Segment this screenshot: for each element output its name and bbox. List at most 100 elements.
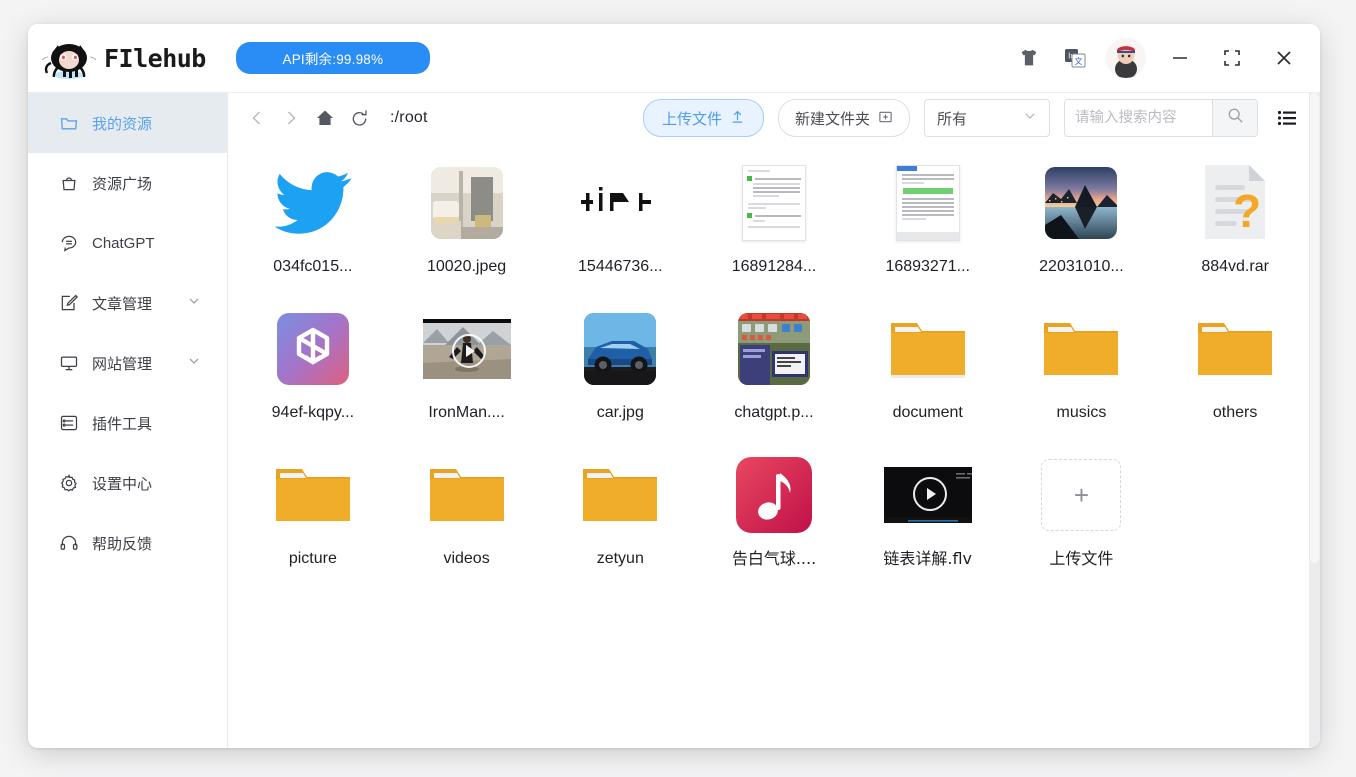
- sidebar-item-help-feedback[interactable]: 帮助反馈: [28, 513, 227, 573]
- image-thumbnail: [1037, 159, 1125, 247]
- file-item[interactable]: chatgpt.p...: [697, 297, 851, 429]
- image-thumbnail: [730, 305, 818, 393]
- folder-item[interactable]: others: [1158, 297, 1312, 429]
- video-thumbnail: [422, 305, 511, 393]
- file-item[interactable]: 15446736...: [543, 151, 697, 283]
- sidebar-item-site-management[interactable]: 网站管理: [28, 333, 227, 393]
- filter-select[interactable]: 所有: [924, 99, 1050, 137]
- file-name: zetyun: [596, 550, 644, 567]
- file-item[interactable]: 22031010...: [1005, 151, 1159, 283]
- file-item[interactable]: ? 884vd.rar: [1158, 151, 1312, 283]
- upload-tile-label: 上传文件: [1049, 549, 1114, 568]
- sidebar-item-plugin-tools[interactable]: 插件工具: [28, 393, 227, 453]
- folder-item[interactable]: picture: [236, 443, 390, 575]
- toolbar: :/root 上传文件 新建文件夹 所有 请输入搜索内容: [228, 93, 1320, 143]
- file-item[interactable]: 16891284...: [697, 151, 851, 283]
- file-name: others: [1212, 404, 1258, 421]
- sidebar-item-label: 文章管理: [92, 294, 153, 313]
- chat-icon: [58, 232, 80, 254]
- file-name: 链表详解.flv: [883, 549, 973, 568]
- file-name: 16893271...: [885, 258, 970, 275]
- list-view-icon[interactable]: [1272, 103, 1302, 133]
- upload-file-button[interactable]: 上传文件: [642, 99, 764, 137]
- chevron-right-icon[interactable]: [276, 103, 306, 133]
- main-panel: :/root 上传文件 新建文件夹 所有 请输入搜索内容 034fc015...…: [228, 93, 1320, 748]
- avatar[interactable]: [1106, 38, 1146, 78]
- file-name: 22031010...: [1039, 258, 1124, 275]
- folder-item[interactable]: zetyun: [543, 443, 697, 575]
- window-body: 我的资源 资源广场 ChatGPT 文章管理 网站管理 插件工具 设置中心 帮助…: [28, 93, 1320, 748]
- tshirt-icon[interactable]: [1006, 35, 1052, 81]
- chevron-down-icon[interactable]: [187, 354, 201, 372]
- sidebar-item-chatgpt[interactable]: ChatGPT: [28, 213, 227, 273]
- file-grid-scroll[interactable]: 034fc015... 10020.jpeg 15446736... 16891…: [228, 143, 1320, 748]
- file-item[interactable]: IronMan....: [390, 297, 544, 429]
- folder-icon: [423, 451, 511, 539]
- folder-item[interactable]: document: [851, 297, 1005, 429]
- search-button[interactable]: [1212, 100, 1257, 136]
- search-box: [1064, 99, 1258, 137]
- sidebar-item-my-resources[interactable]: 我的资源: [28, 93, 227, 153]
- sidebar-item-article-management[interactable]: 文章管理: [28, 273, 227, 333]
- headset-icon: [58, 532, 80, 554]
- folder-item[interactable]: musics: [1005, 297, 1159, 429]
- vertical-scrollbar[interactable]: [1309, 93, 1320, 748]
- chevron-down-icon[interactable]: [187, 294, 201, 312]
- file-name: 10020.jpeg: [426, 258, 507, 275]
- document-screenshot-thumbnail: [730, 159, 818, 247]
- file-item[interactable]: 告白气球....: [697, 443, 851, 575]
- sidebar-item-label: 我的资源: [92, 114, 153, 133]
- file-name: 034fc015...: [273, 258, 353, 275]
- file-item[interactable]: 16893271...: [851, 151, 1005, 283]
- file-item[interactable]: car.jpg: [543, 297, 697, 429]
- folder-icon: [576, 451, 664, 539]
- home-icon[interactable]: [310, 103, 340, 133]
- sidebar-item-label: 帮助反馈: [92, 534, 153, 553]
- new-folder-button[interactable]: 新建文件夹: [777, 99, 910, 137]
- file-grid: 034fc015... 10020.jpeg 15446736... 16891…: [228, 151, 1320, 575]
- sidebar-item-label: 设置中心: [92, 474, 153, 493]
- sidebar-item-resource-plaza[interactable]: 资源广场: [28, 153, 227, 213]
- folder-icon: [1191, 305, 1279, 393]
- file-name: videos: [443, 550, 490, 567]
- maximize-button[interactable]: [1206, 35, 1258, 81]
- monitor-icon: [58, 352, 80, 374]
- folder-item[interactable]: videos: [390, 443, 544, 575]
- folder-icon: [269, 451, 357, 539]
- text-glyph-thumbnail: [576, 159, 664, 247]
- brand-name: FIlehub: [104, 43, 206, 73]
- filter-value: 所有: [937, 109, 968, 128]
- music-file-icon: [730, 451, 818, 539]
- sidebar-item-label: 资源广场: [92, 174, 153, 193]
- brand: FIlehub: [40, 35, 206, 81]
- edit-icon: [58, 292, 80, 314]
- current-path: :/root: [390, 109, 428, 126]
- sidebar-item-label: ChatGPT: [92, 234, 155, 252]
- translate-icon[interactable]: In 文: [1052, 35, 1098, 81]
- file-name: 884vd.rar: [1201, 258, 1269, 275]
- scrollbar-thumb[interactable]: [1310, 93, 1319, 563]
- chevron-left-icon[interactable]: [242, 103, 272, 133]
- close-button[interactable]: [1258, 35, 1310, 81]
- upload-tile[interactable]: + 上传文件: [1005, 443, 1159, 575]
- unknown-file-icon: ?: [1191, 159, 1279, 247]
- file-name: car.jpg: [596, 404, 644, 421]
- new-folder-label: 新建文件夹: [794, 109, 870, 128]
- document-screenshot-thumbnail: [884, 159, 972, 247]
- file-item[interactable]: 链表详解.flv: [851, 443, 1005, 575]
- search-input[interactable]: [1065, 101, 1212, 135]
- sidebar-item-settings-center[interactable]: 设置中心: [28, 453, 227, 513]
- refresh-icon[interactable]: [344, 103, 374, 133]
- titlebar-actions: In 文: [1006, 24, 1310, 92]
- minimize-button[interactable]: [1154, 35, 1206, 81]
- svg-text:?: ?: [1233, 185, 1261, 237]
- video-thumbnail: [883, 451, 972, 539]
- app-window: FIlehub API剩余:99.98% In 文: [28, 24, 1320, 748]
- file-item[interactable]: 10020.jpeg: [390, 151, 544, 283]
- file-item[interactable]: 034fc015...: [236, 151, 390, 283]
- chevron-down-icon: [1023, 109, 1037, 127]
- openai-logo-thumbnail: [269, 305, 357, 393]
- api-quota-badge: API剩余:99.98%: [235, 42, 430, 74]
- file-name: 告白气球....: [731, 549, 817, 568]
- file-item[interactable]: 94ef-kqpy...: [236, 297, 390, 429]
